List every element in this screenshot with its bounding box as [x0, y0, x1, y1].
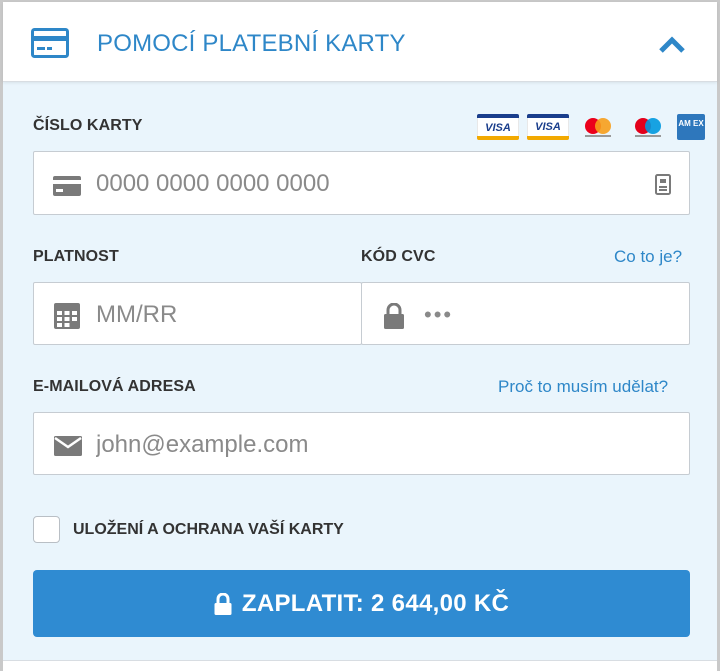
card-number-label: ČÍSLO KARTY: [33, 117, 143, 134]
visa-logo: VISA: [477, 114, 519, 140]
card-brand-logos: VISA VISA AM EX: [477, 113, 705, 141]
panel-bottom-divider: [3, 660, 717, 671]
visa-electron-logo-text: VISA: [535, 121, 561, 133]
email-label: E-MAILOVÁ ADRESA: [33, 378, 196, 395]
cvc-input[interactable]: [424, 299, 674, 331]
payment-method-title: POMOCÍ PLATEBNÍ KARTY: [97, 30, 406, 57]
mastercard-logo: [585, 118, 611, 137]
expiry-label: PLATNOST: [33, 248, 119, 265]
email-input[interactable]: [96, 429, 676, 461]
save-card-checkbox[interactable]: [33, 516, 60, 543]
pay-button[interactable]: ZAPLATIT: 2 644,00 KČ: [33, 570, 690, 637]
visa-logo-text: VISA: [485, 122, 511, 134]
email-field[interactable]: [33, 412, 690, 475]
expiry-input[interactable]: [96, 299, 346, 331]
card-number-input[interactable]: [96, 168, 636, 200]
cvc-help-link[interactable]: Co to je?: [614, 247, 682, 267]
pay-button-label: ZAPLATIT: 2 644,00 KČ: [241, 589, 510, 617]
cvc-label: KÓD CVC: [361, 248, 436, 265]
credit-card-icon: [31, 28, 69, 58]
card-scan-icon[interactable]: [655, 174, 671, 195]
maestro-logo: [635, 118, 661, 137]
card-number-field[interactable]: [33, 151, 690, 215]
calendar-icon: [54, 303, 80, 329]
lock-icon: [384, 303, 404, 329]
credit-card-icon: [53, 176, 81, 196]
visa-electron-logo: VISA: [527, 114, 569, 140]
amex-logo-text: AM EX: [678, 119, 704, 128]
payment-method-header[interactable]: POMOCÍ PLATEBNÍ KARTY: [3, 2, 717, 82]
envelope-icon: [54, 436, 82, 456]
amex-logo: AM EX: [677, 114, 705, 140]
lock-icon: [214, 592, 232, 615]
save-card-label[interactable]: ULOŽENÍ A OCHRANA VAŠÍ KARTY: [73, 521, 344, 539]
email-help-link[interactable]: Proč to musím udělat?: [498, 377, 668, 397]
chevron-up-icon[interactable]: [658, 36, 686, 54]
cvc-field[interactable]: [361, 282, 690, 345]
card-payment-panel: POMOCÍ PLATEBNÍ KARTY ČÍSLO KARTY VISA V…: [0, 0, 720, 671]
expiry-field[interactable]: [33, 282, 362, 345]
